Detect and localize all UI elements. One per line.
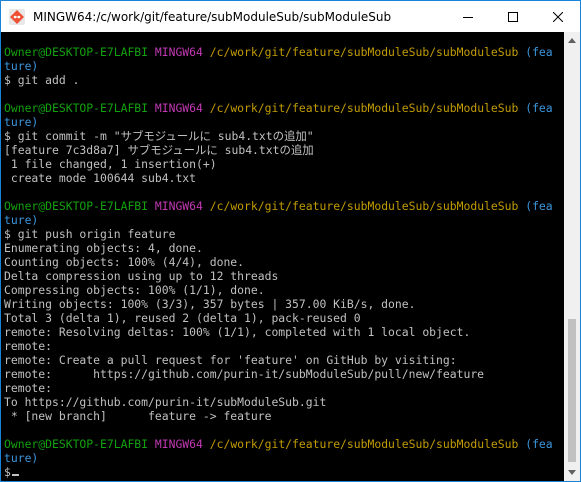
- prompt-user: Owner@DESKTOP-E7LAFBI: [4, 45, 149, 59]
- prompt-branch-wrap: ture): [4, 451, 39, 465]
- prompt-user: Owner@DESKTOP-E7LAFBI: [4, 199, 149, 213]
- prompt-branch: (fea: [525, 45, 553, 59]
- prompt-path: /c/work/git/feature/subModuleSub/subModu…: [209, 199, 519, 213]
- prompt-msystem: MINGW64: [154, 101, 203, 115]
- command-git-commit: $ git commit -m "サブモジュールに sub4.txtの追加": [4, 129, 314, 143]
- output-line: remote:: [4, 339, 53, 353]
- prompt-path: /c/work/git/feature/subModuleSub/subModu…: [209, 437, 519, 451]
- prompt-branch: (fea: [525, 199, 553, 213]
- chevron-up-icon: [568, 38, 576, 43]
- maximize-icon: [507, 11, 518, 22]
- close-button[interactable]: [535, 1, 580, 32]
- prompt-msystem: MINGW64: [154, 45, 203, 59]
- prompt-user: Owner@DESKTOP-E7LAFBI: [4, 101, 149, 115]
- scrollbar-thumb[interactable]: [568, 319, 576, 462]
- output-line: Delta compression using up to 12 threads: [4, 269, 279, 283]
- output-line: remote: Resolving deltas: 100% (1/1), co…: [4, 325, 471, 339]
- final-prompt: $: [4, 465, 11, 479]
- output-line: Compressing objects: 100% (1/1), done.: [4, 283, 265, 297]
- prompt-line: Owner@DESKTOP-E7LAFBI MINGW64 /c/work/gi…: [4, 199, 553, 213]
- scroll-down-button[interactable]: [564, 464, 580, 481]
- prompt-msystem: MINGW64: [154, 437, 203, 451]
- prompt-branch-wrap: ture): [4, 213, 39, 227]
- output-line: 1 file changed, 1 insertion(+): [4, 157, 217, 171]
- output-line: Total 3 (delta 1), reused 2 (delta 1), p…: [4, 311, 361, 325]
- command-git-push: $ git push origin feature: [4, 227, 176, 241]
- output-line: remote:: [4, 381, 53, 395]
- prompt-branch: (fea: [525, 101, 553, 115]
- input-line[interactable]: $: [4, 465, 19, 479]
- prompt-user: Owner@DESKTOP-E7LAFBI: [4, 437, 149, 451]
- git-bash-window: MINGW64:/c/work/git/feature/subModuleSub…: [0, 0, 581, 482]
- terminal-output[interactable]: Owner@DESKTOP-E7LAFBI MINGW64 /c/work/gi…: [1, 32, 564, 481]
- output-line: Enumerating objects: 4, done.: [4, 241, 203, 255]
- output-line: remote: https://github.com/purin-it/subM…: [4, 367, 485, 381]
- window-title: MINGW64:/c/work/git/feature/subModuleSub…: [33, 9, 392, 24]
- output-line: create mode 100644 sub4.txt: [4, 171, 197, 185]
- output-line: remote: Create a pull request for 'featu…: [4, 353, 457, 367]
- prompt-msystem: MINGW64: [154, 199, 203, 213]
- prompt-line: Owner@DESKTOP-E7LAFBI MINGW64 /c/work/gi…: [4, 101, 553, 115]
- minimize-icon: [462, 16, 473, 18]
- output-line: Counting objects: 100% (4/4), done.: [4, 255, 245, 269]
- prompt-path: /c/work/git/feature/subModuleSub/subModu…: [209, 45, 519, 59]
- text-cursor: [11, 474, 19, 476]
- prompt-line: Owner@DESKTOP-E7LAFBI MINGW64 /c/work/gi…: [4, 437, 553, 451]
- output-line: * [new branch] feature -> feature: [4, 409, 272, 423]
- prompt-path: /c/work/git/feature/subModuleSub/subModu…: [209, 101, 519, 115]
- git-bash-icon: [9, 8, 25, 25]
- vertical-scrollbar[interactable]: [564, 32, 580, 481]
- scroll-up-button[interactable]: [564, 32, 580, 49]
- prompt-line: Owner@DESKTOP-E7LAFBI MINGW64 /c/work/gi…: [4, 45, 553, 59]
- output-line: To https://github.com/purin-it/subModule…: [4, 395, 327, 409]
- title-bar[interactable]: MINGW64:/c/work/git/feature/subModuleSub…: [1, 1, 580, 32]
- output-line: Writing objects: 100% (3/3), 357 bytes |…: [4, 297, 416, 311]
- minimize-button[interactable]: [445, 1, 490, 32]
- prompt-branch-wrap: ture): [4, 59, 39, 73]
- prompt-branch-wrap: ture): [4, 115, 39, 129]
- close-icon: [552, 11, 563, 22]
- prompt-branch: (fea: [525, 437, 553, 451]
- output-line: [feature 7c3d8a7] サブモジュールに sub4.txtの追加: [4, 143, 314, 157]
- command-git-add: $ git add .: [4, 73, 80, 87]
- chevron-down-icon: [568, 470, 576, 475]
- maximize-button[interactable]: [490, 1, 535, 32]
